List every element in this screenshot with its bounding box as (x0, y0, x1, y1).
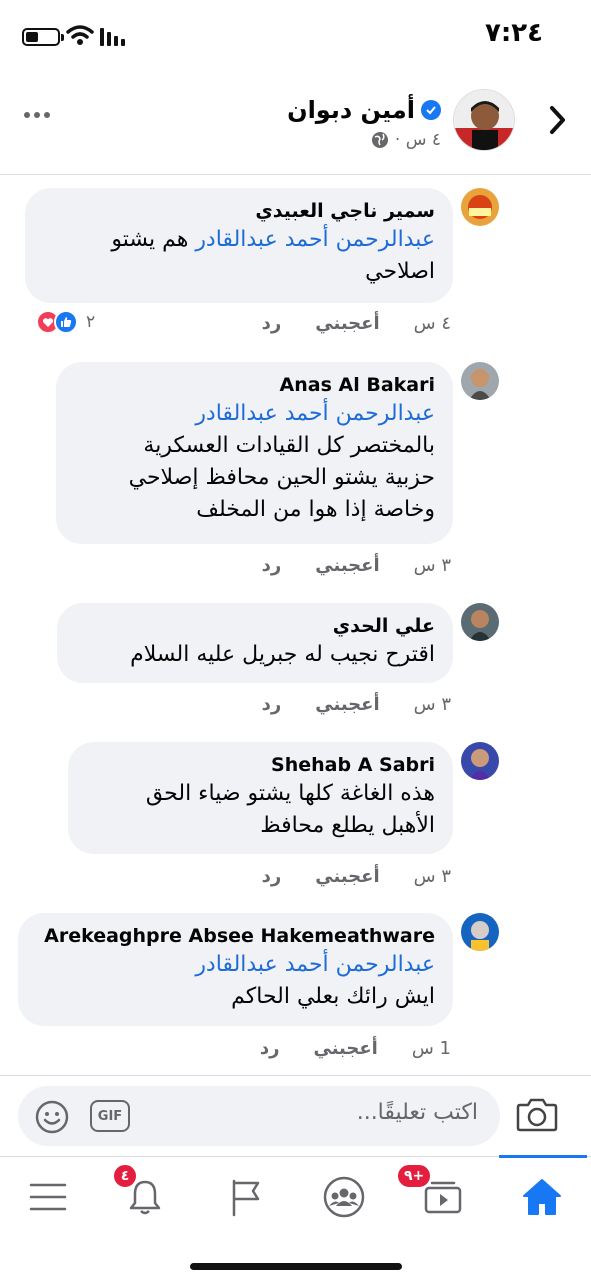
avatar[interactable] (461, 362, 499, 400)
comment-line: اصلاحي (365, 259, 435, 284)
chevron-right-icon[interactable] (547, 102, 569, 138)
battery-icon (22, 28, 64, 46)
comment-line: الأهبل يطلع محافظ (260, 813, 435, 838)
comment-author[interactable]: Anas Al Bakari (74, 372, 435, 398)
home-icon (523, 1179, 561, 1215)
flag-icon (232, 1179, 260, 1217)
comment-line: هذه الغاغة كلها يشتو ضياء الحق (145, 781, 435, 806)
globe-icon (371, 132, 388, 148)
comment-bubble: Anas Al Bakari عبدالرحمن أحمد عبدالقادر … (56, 362, 453, 544)
reply-button[interactable]: رد (262, 555, 282, 576)
comment-author[interactable]: Arekeaghpre Absee Hakemeathware (36, 923, 435, 949)
watch-icon (424, 1181, 462, 1214)
comment-time: ٣ س (413, 555, 451, 576)
comment-bubble: سمير ناجي العبيدي عبدالرحمن أحمد عبدالقا… (25, 188, 453, 303)
avatar[interactable] (461, 742, 499, 780)
author-name-text: أمين دبوان (287, 96, 415, 124)
comment-author[interactable]: علي الحدي (75, 613, 435, 639)
tab-notifications[interactable]: ٤ (110, 1163, 180, 1223)
like-button[interactable]: أعجبني (315, 555, 379, 576)
comment-line: اقترح نجيب له جبريل عليه السلام (130, 642, 435, 667)
mention-link[interactable]: عبدالرحمن أحمد عبدالقادر (74, 398, 435, 430)
reply-button[interactable]: رد (262, 313, 282, 334)
reactions-count: ٢ (86, 312, 96, 332)
comment-placeholder: اكتب تعليقًا... (356, 1100, 478, 1125)
wifi-icon (66, 25, 94, 45)
emoji-icon[interactable] (34, 1099, 70, 1139)
author-name[interactable]: أمين دبوان (287, 96, 441, 124)
comment-actions: 1 س أعجبني رد (260, 1038, 451, 1059)
gif-button[interactable]: GIF (90, 1100, 130, 1132)
groups-icon (323, 1176, 365, 1218)
comment-line: بالمختصر كل القيادات العسكرية (143, 433, 435, 458)
tab-pages[interactable] (211, 1171, 281, 1223)
comment-bubble: Shehab A Sabri هذه الغاغة كلها يشتو ضياء… (68, 742, 453, 854)
camera-icon[interactable] (516, 1096, 558, 1136)
tab-groups[interactable] (309, 1171, 379, 1223)
signal-icon (100, 28, 125, 46)
comment-actions: ٤ س أعجبني رد (262, 313, 451, 334)
watch-badge: ٩+ (396, 1163, 433, 1189)
tab-home[interactable] (507, 1171, 577, 1223)
comment-time: ٤ س (413, 313, 451, 334)
comment-time: ٣ س (413, 694, 451, 715)
comment-actions: ٣ س أعجبني رد (262, 866, 451, 887)
like-button[interactable]: أعجبني (315, 694, 379, 715)
notifications-badge: ٤ (112, 1163, 138, 1189)
active-tab-indicator (499, 1155, 587, 1158)
comment-line: حزبية يشتو الحين محافظ إصلاحي (128, 465, 435, 490)
like-button[interactable]: أعجبني (315, 866, 379, 887)
status-bar: ٧:٢٤ (0, 0, 591, 72)
comment-line: ايش رائك بعلي الحاكم (231, 984, 435, 1009)
comment-author[interactable]: Shehab A Sabri (86, 752, 435, 778)
more-icon[interactable] (24, 112, 50, 118)
comment-actions: ٣ س أعجبني رد (262, 555, 451, 576)
home-indicator (190, 1263, 402, 1270)
like-button[interactable]: أعجبني (315, 313, 379, 334)
comment-line: وخاصة إذا هوا من المخلف (196, 497, 435, 522)
post-meta: ٤ س · (371, 130, 441, 150)
avatar[interactable] (461, 603, 499, 641)
comment-actions: ٣ س أعجبني رد (262, 694, 451, 715)
reply-button[interactable]: رد (260, 1038, 280, 1059)
avatar[interactable] (461, 913, 499, 951)
tab-watch[interactable]: ٩+ (396, 1163, 478, 1223)
reply-button[interactable]: رد (262, 694, 282, 715)
comment-input[interactable]: GIF اكتب تعليقًا... (18, 1086, 500, 1146)
tab-menu[interactable] (13, 1171, 83, 1223)
comment-text: عبدالرحمن أحمد عبدالقادر هم يشتو (43, 224, 435, 256)
comment-time: ٣ س (413, 866, 451, 887)
comment-bubble: علي الحدي اقترح نجيب له جبريل عليه السلا… (57, 603, 453, 683)
reactions[interactable]: ٢ (36, 310, 95, 334)
status-time: ٧:٢٤ (484, 18, 543, 48)
mention-link[interactable]: عبدالرحمن أحمد عبدالقادر (36, 949, 435, 981)
mention-link[interactable]: عبدالرحمن أحمد عبدالقادر (195, 227, 435, 252)
menu-icon (29, 1183, 67, 1211)
avatar[interactable] (461, 188, 499, 226)
comment-author[interactable]: سمير ناجي العبيدي (43, 198, 435, 224)
post-header: أمين دبوان ٤ س · (0, 72, 591, 175)
like-button[interactable]: أعجبني (313, 1038, 377, 1059)
verified-icon (421, 100, 441, 120)
reply-button[interactable]: رد (262, 866, 282, 887)
comment-bubble: Arekeaghpre Absee Hakemeathware عبدالرحم… (18, 913, 453, 1026)
bottom-nav: ٤ ٩+ (0, 1155, 591, 1280)
post-time: ٤ س · (394, 130, 441, 150)
avatar[interactable] (453, 89, 515, 151)
like-icon (54, 310, 78, 334)
comment-line: هم يشتو (111, 227, 196, 252)
comment-time: 1 س (411, 1038, 451, 1059)
comment-composer: GIF اكتب تعليقًا... (0, 1075, 591, 1155)
